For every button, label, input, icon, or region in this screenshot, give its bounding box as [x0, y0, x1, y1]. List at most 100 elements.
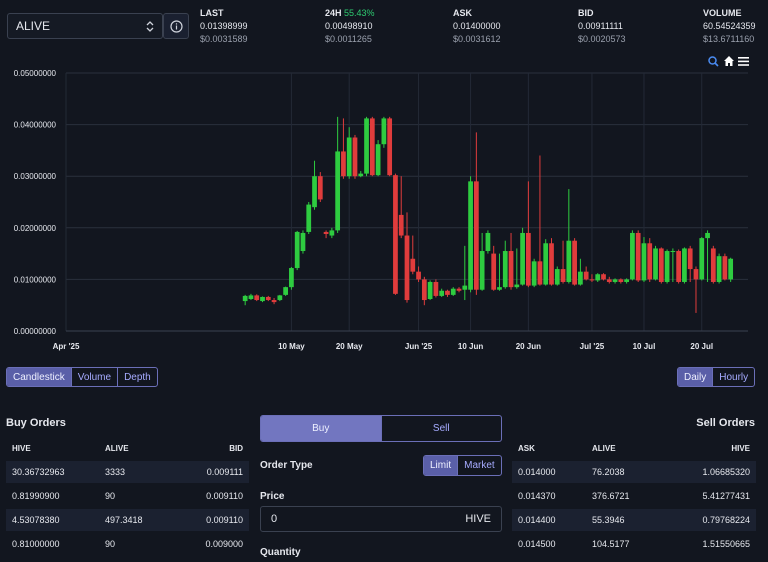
candle-down: [445, 289, 450, 297]
candle-down: [526, 181, 531, 288]
candlestick-chart[interactable]: 0.05000000 0.04000000 0.03000000 0.02000000…: [0, 52, 768, 357]
stat-usd-value: $0.0031612: [453, 34, 501, 44]
candle-down: [410, 235, 416, 275]
x-tick-label: Jul '25: [580, 342, 605, 351]
stat-label: BID: [578, 8, 594, 18]
candle-down: [491, 245, 497, 291]
candle-down: [271, 297, 277, 305]
tab-sell[interactable]: Sell: [380, 416, 502, 441]
table-row[interactable]: 4.53078380 497.3418 0.009110: [6, 509, 249, 531]
hourly-button[interactable]: Hourly: [712, 368, 754, 386]
hamburger-menu-icon[interactable]: [738, 57, 749, 66]
candle-up: [682, 247, 687, 284]
volume-button[interactable]: Volume: [70, 368, 117, 386]
stat-value: 0.01398999: [200, 21, 248, 31]
candle-down: [572, 238, 577, 286]
column-header: ALIVE: [105, 443, 129, 453]
candle-down: [601, 273, 606, 281]
table-row[interactable]: 0.014400 55.3946 0.79768224: [512, 509, 756, 531]
chevron-up-down-icon: [146, 20, 154, 32]
cell-hive: 0.79768224: [702, 515, 750, 525]
stat-usd-value: $0.0020573: [578, 34, 626, 44]
candle-up: [300, 230, 306, 254]
candle-up: [554, 266, 560, 286]
price-input[interactable]: 0 HIVE: [260, 506, 502, 532]
candle-up: [289, 267, 294, 290]
candlestick-button[interactable]: Candlestick: [7, 368, 71, 386]
buy-orders-table: HIVE ALIVE BID 30.36732963 3333 0.009111…: [0, 437, 249, 562]
y-tick-label: 0.00000000: [14, 327, 57, 336]
daily-button[interactable]: Daily: [678, 368, 713, 386]
stat-label: 24H: [325, 8, 342, 18]
market-button[interactable]: Market: [457, 456, 501, 475]
order-type-toggle: Limit Market: [423, 455, 502, 476]
candle-up: [531, 258, 537, 288]
candle-up: [283, 286, 288, 296]
price-unit: HIVE: [465, 513, 491, 525]
candle-up: [630, 230, 635, 281]
token-info-button[interactable]: [163, 13, 189, 39]
cell-ask: 0.014400: [518, 515, 556, 525]
candle-up: [306, 202, 312, 234]
y-tick-label: 0.02000000: [14, 224, 57, 233]
candle-up: [520, 227, 525, 286]
token-select-value: ALIVE: [16, 19, 51, 33]
cell-hive: 1.06685320: [702, 467, 750, 477]
stat-volume: VOLUME 60.54524359 $13.6711160: [703, 7, 756, 46]
candle-up: [381, 116, 387, 148]
quantity-label: Quantity: [260, 547, 301, 558]
x-tick-label: Jun '25: [405, 342, 433, 351]
candle-up: [294, 230, 300, 271]
candle-up: [653, 245, 658, 281]
candle-up: [497, 253, 502, 291]
table-row[interactable]: 0.014500 104.5177 1.51550665: [512, 533, 756, 555]
table-row[interactable]: 0.014000 76.2038 1.06685320: [512, 461, 756, 483]
table-row[interactable]: 0.81990900 90 0.009110: [6, 485, 249, 507]
cell-alive: 497.3418: [105, 515, 143, 525]
candle-up: [543, 239, 549, 286]
column-header: ALIVE: [592, 443, 616, 453]
candles: [242, 116, 734, 313]
sell-orders-title: Sell Orders: [696, 417, 755, 429]
tab-buy[interactable]: Buy: [261, 416, 381, 441]
token-select[interactable]: ALIVE: [7, 13, 163, 39]
x-tick-label: 20 Jul: [690, 342, 713, 351]
candle-up: [664, 249, 670, 284]
candle-down: [398, 176, 404, 239]
y-tick-label: 0.01000000: [14, 275, 57, 284]
column-header: HIVE: [731, 443, 750, 453]
y-tick-label: 0.04000000: [14, 121, 57, 130]
interval-toggle: Daily Hourly: [677, 367, 756, 387]
candle-up: [427, 280, 433, 301]
magnifier-icon[interactable]: [708, 56, 719, 67]
candle-up: [260, 296, 265, 303]
candle-down: [583, 266, 589, 281]
table-row[interactable]: 30.36732963 3333 0.009111: [6, 461, 249, 483]
table-row[interactable]: 0.014370 376.6721 5.41277431: [512, 485, 756, 507]
candle-down: [687, 245, 693, 282]
table-row[interactable]: 0.81000000 90 0.009000: [6, 533, 249, 555]
candle-down: [393, 173, 398, 295]
candle-up: [595, 273, 601, 282]
candle-up: [670, 248, 676, 282]
cell-alive: 90: [105, 491, 116, 501]
cell-alive: 376.6721: [592, 491, 630, 501]
candle-down: [387, 116, 393, 177]
stat-usd-value: $13.6711160: [703, 34, 755, 44]
candle-down: [635, 230, 641, 282]
candle-up: [468, 176, 473, 293]
cell-bid: 0.009000: [205, 539, 243, 549]
stat-bid: BID 0.00911111 $0.0020573: [578, 7, 626, 46]
limit-button[interactable]: Limit: [424, 456, 458, 475]
x-tick-label: 10 Jul: [633, 342, 656, 351]
stat-usd-value: $0.0031589: [200, 34, 248, 44]
home-icon[interactable]: [724, 56, 734, 66]
y-tick-label: 0.03000000: [14, 172, 57, 181]
depth-button[interactable]: Depth: [117, 368, 157, 386]
cell-bid: 0.009111: [206, 467, 243, 477]
candle-down: [254, 294, 260, 302]
candle-down: [676, 249, 682, 284]
column-header: ASK: [518, 443, 535, 453]
stat-value: 0.01400000: [453, 21, 501, 31]
candle-up: [450, 287, 456, 296]
